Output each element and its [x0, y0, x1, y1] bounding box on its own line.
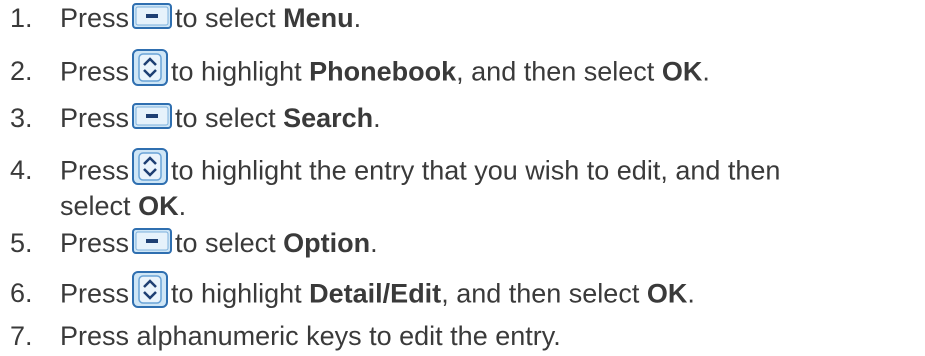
step-number: 2. [10, 56, 33, 86]
step-text: Press to highlight Phonebook, and then s… [60, 49, 710, 92]
step-4-continuation: select OK. [60, 191, 187, 221]
step-number: 5. [10, 228, 33, 258]
navigation-key-icon [132, 271, 169, 308]
step-text: Press to highlight the entry that you wi… [60, 148, 780, 191]
softkey-icon [132, 2, 173, 29]
softkey-icon [132, 227, 173, 254]
step-number: 7. [10, 321, 33, 351]
navigation-key-icon [132, 148, 169, 185]
step-text: Press to select Option. [60, 227, 378, 258]
navigation-key-icon [132, 49, 169, 86]
step-text: Press alphanumeric keys to edit the entr… [60, 321, 561, 351]
step-text: Press to select Menu. [60, 2, 362, 33]
step-number: 4. [10, 155, 33, 185]
step-number: 3. [10, 103, 33, 133]
softkey-icon [132, 102, 173, 129]
step-text: Press to select Search. [60, 102, 381, 133]
step-number: 1. [10, 3, 33, 33]
step-number: 6. [10, 278, 33, 308]
step-text: Press to highlight Detail/Edit, and then… [60, 271, 695, 314]
